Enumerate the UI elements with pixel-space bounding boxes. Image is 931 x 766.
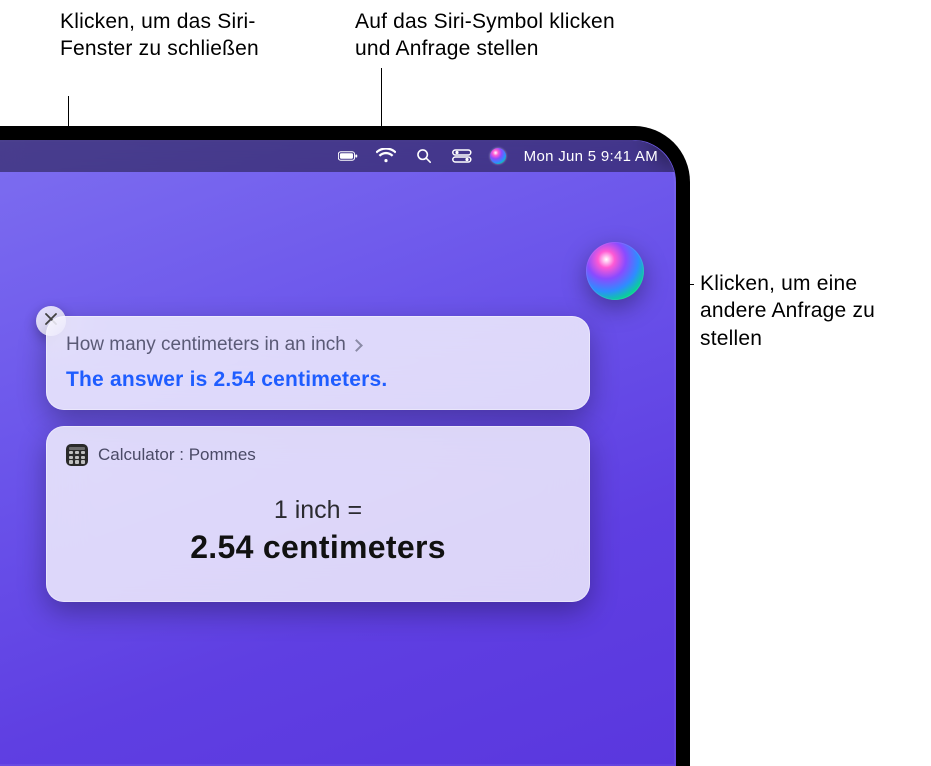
siri-query-row[interactable]: How many centimeters in an inch — [66, 334, 570, 356]
calculator-to: 2.54 centimeters — [66, 529, 570, 566]
callout-close: Klicken, um das Siri-Fenster zu schließe… — [60, 8, 280, 63]
siri-menu-icon[interactable] — [490, 148, 506, 164]
siri-orb-button[interactable] — [586, 242, 644, 300]
calculator-card[interactable]: Calculator : Pommes 1 inch = 2.54 centim… — [46, 426, 590, 602]
menu-bar: Mon Jun 5 9:41 AM — [0, 140, 676, 172]
siri-results: How many centimeters in an inch The answ… — [46, 316, 590, 602]
siri-answer-text: The answer is 2.54 centimeters. — [66, 368, 570, 392]
device-frame: Mon Jun 5 9:41 AM How many centimeters i… — [0, 126, 690, 766]
menu-bar-datetime[interactable]: Mon Jun 5 9:41 AM — [524, 148, 658, 165]
siri-answer-card[interactable]: How many centimeters in an inch The answ… — [46, 316, 590, 410]
calculator-header: Calculator : Pommes — [66, 444, 570, 466]
calculator-body: 1 inch = 2.54 centimeters — [66, 496, 570, 584]
calculator-from: 1 inch = — [66, 496, 570, 525]
battery-icon[interactable] — [338, 148, 358, 164]
callout-orb: Klicken, um eine andere Anfrage zu stell… — [700, 270, 900, 352]
desktop: Mon Jun 5 9:41 AM How many centimeters i… — [0, 140, 676, 766]
callout-siri-menu: Auf das Siri-Symbol klicken und Anfrage … — [355, 8, 635, 63]
siri-query-text: How many centimeters in an inch — [66, 334, 346, 356]
wifi-icon[interactable] — [376, 148, 396, 164]
control-center-icon[interactable] — [452, 148, 472, 164]
chevron-right-icon — [350, 339, 363, 352]
search-icon[interactable] — [414, 148, 434, 164]
calculator-icon — [66, 444, 88, 466]
calculator-title: Calculator : Pommes — [98, 445, 256, 465]
